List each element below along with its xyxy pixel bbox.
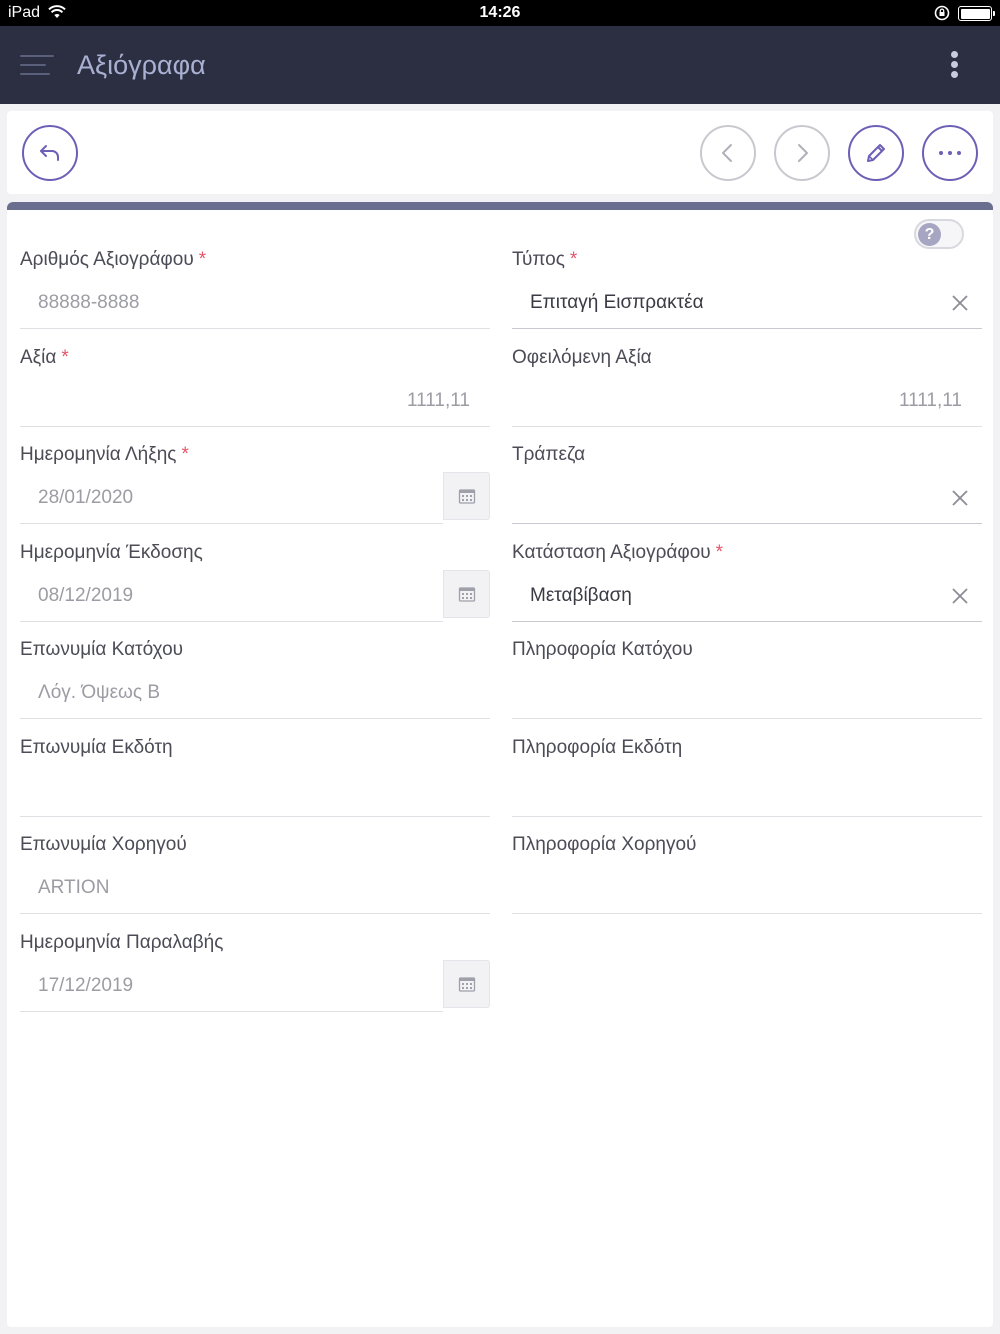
field-label: Ημερομηνία Παραλαβής (20, 932, 224, 953)
chevron-left-icon (722, 144, 732, 162)
close-icon[interactable] (950, 488, 970, 508)
more-horizontal-icon (939, 151, 961, 155)
holder-name-input[interactable]: Λόγ. Όψεως Β (38, 682, 160, 704)
previous-record-button[interactable] (700, 125, 756, 181)
clock: 14:26 (479, 4, 521, 21)
field-label: Οφειλόμενη Αξία (512, 347, 652, 368)
field-receipt-date: Ημερομηνία Παραλαβής 17/12/2019 (17, 927, 490, 1024)
field-holder-info: Πληροφορία Κατόχου (509, 634, 982, 731)
required-marker: * (715, 542, 724, 563)
calendar-icon (458, 977, 475, 992)
required-marker: * (181, 444, 189, 465)
page-title: Αξιόγραφα (77, 50, 206, 80)
due-date-picker-button[interactable] (443, 472, 490, 520)
field-label: Πληροφορία Χορηγού (512, 834, 697, 855)
next-record-button[interactable] (774, 125, 830, 181)
close-icon[interactable] (950, 293, 970, 313)
help-icon: ? (918, 223, 941, 246)
required-marker: * (198, 249, 207, 270)
field-amount: Αξία * 1111,11 (17, 342, 490, 439)
field-label: Επωνυμία Εκδότη (20, 737, 173, 758)
sponsor-name-input[interactable]: ARTION (38, 877, 109, 899)
check-number-input[interactable]: 88888-8888 (38, 292, 139, 314)
field-issue-date: Ημερομηνία Έκδοσης 08/12/2019 (17, 537, 490, 634)
menu-icon[interactable] (20, 55, 54, 75)
chevron-right-icon (798, 144, 808, 162)
field-check-number: Αριθμός Αξιογράφου * 88888-8888 (17, 244, 490, 341)
field-label: Ημερομηνία Έκδοσης (20, 542, 203, 563)
field-sponsor-name: Επωνυμία Χορηγού ARTION (17, 829, 490, 926)
more-vertical-icon[interactable] (948, 51, 960, 81)
field-label: Τράπεζα (512, 444, 586, 465)
amount-input[interactable]: 1111,11 (407, 390, 470, 412)
field-issuer-name: Επωνυμία Εκδότη (17, 732, 490, 829)
due-date-input[interactable]: 28/01/2020 (38, 487, 133, 509)
field-label: Κατάσταση Αξιογράφου (512, 542, 711, 563)
calendar-icon (458, 489, 475, 504)
field-label: Αριθμός Αξιογράφου (20, 249, 194, 270)
battery-icon (958, 6, 995, 21)
field-label: Επωνυμία Κατόχου (20, 639, 184, 660)
close-icon[interactable] (950, 586, 970, 606)
type-select[interactable]: Επιταγή Εισπρακτέα (530, 292, 704, 314)
record-form: ? Αριθμός Αξιογράφου * 88888-8888 Τύπος * … (7, 202, 993, 1327)
field-label: Αξία (20, 347, 57, 368)
field-label: Πληροφορία Κατόχου (512, 639, 693, 660)
calendar-icon (458, 587, 475, 602)
field-bank: Τράπεζα (509, 439, 982, 536)
check-status-select[interactable]: Μεταβίβαση (530, 585, 632, 607)
rotation-lock-icon (934, 5, 950, 26)
app-header: Αξιόγραφα (0, 26, 1000, 104)
field-due-date: Ημερομηνία Λήξης * 28/01/2020 (17, 439, 490, 536)
field-issuer-info: Πληροφορία Εκδότη (509, 732, 982, 829)
field-holder-name: Επωνυμία Κατόχου Λόγ. Όψεως Β (17, 634, 490, 731)
field-label: Ημερομηνία Λήξης (20, 444, 177, 465)
back-button[interactable] (22, 125, 78, 181)
pencil-icon (867, 144, 885, 162)
status-bar: iPad 14:26 (0, 0, 1000, 26)
required-marker: * (569, 249, 578, 270)
form-accent-bar (7, 202, 993, 210)
undo-arrow-icon (40, 145, 59, 161)
field-label: Πληροφορία Εκδότη (512, 737, 683, 758)
field-outstanding-amount: Οφειλόμενη Αξία 1111,11 (509, 342, 982, 439)
issue-date-input[interactable]: 08/12/2019 (38, 585, 133, 607)
issue-date-picker-button[interactable] (443, 570, 490, 618)
field-check-status: Κατάσταση Αξιογράφου * Μεταβίβαση (509, 537, 982, 634)
edit-button[interactable] (848, 125, 904, 181)
field-label: Τύπος (512, 249, 565, 270)
receipt-date-picker-button[interactable] (443, 960, 490, 1008)
record-toolbar (7, 111, 993, 194)
required-marker: * (61, 347, 69, 368)
outstanding-amount-input[interactable]: 1111,11 (899, 390, 962, 412)
field-sponsor-info: Πληροφορία Χορηγού (509, 829, 982, 926)
field-type: Τύπος * Επιταγή Εισπρακτέα (509, 244, 982, 341)
receipt-date-input[interactable]: 17/12/2019 (38, 975, 133, 997)
more-options-button[interactable] (922, 125, 978, 181)
field-label: Επωνυμία Χορηγού (20, 834, 187, 855)
